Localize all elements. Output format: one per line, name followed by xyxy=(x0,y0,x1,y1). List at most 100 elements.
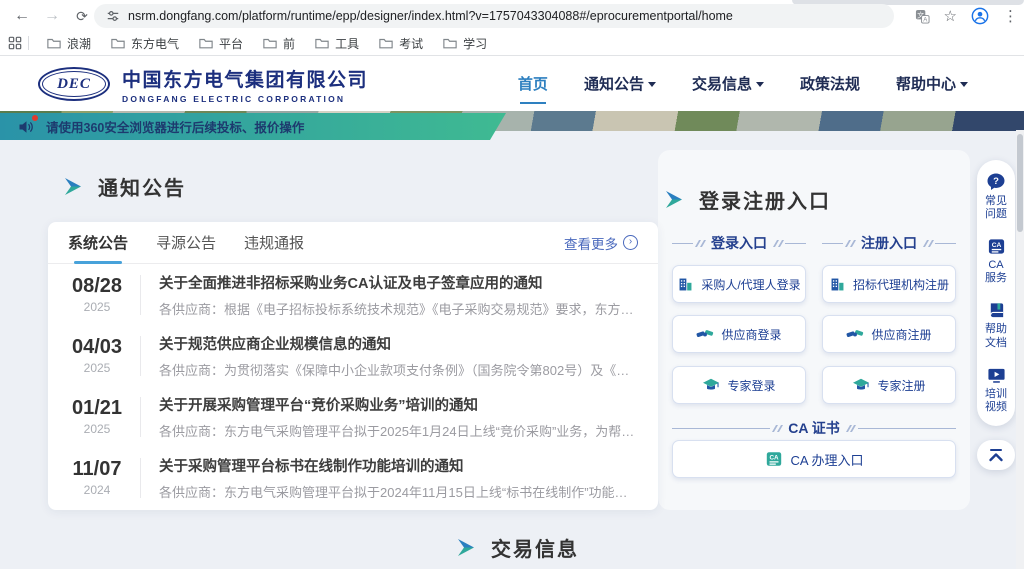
notice-row[interactable]: 08/28 2025 关于全面推进非招标采购业务CA认证及电子签章应用的通知 各… xyxy=(48,264,658,325)
expert-register-button[interactable]: 专家注册 xyxy=(822,366,956,404)
svg-text:CA: CA xyxy=(769,454,779,461)
slash-decoration xyxy=(847,240,853,247)
slash-decoration xyxy=(697,240,703,247)
ca-apply-button[interactable]: CA CA 办理入口 xyxy=(672,440,956,478)
notice-title[interactable]: 关于规范供应商企业规模信息的通知 xyxy=(159,333,638,354)
bookmark-folder-kaoshi[interactable]: 考试 xyxy=(369,33,433,53)
notice-desc: 各供应商：东方电气采购管理平台拟于2025年1月24日上线“竞价采购”业务，为帮… xyxy=(159,421,638,440)
announcement-ribbon: 请使用360安全浏览器进行后续投标、报价操作 xyxy=(0,113,506,140)
tab-sourcing-notices[interactable]: 寻源公告 xyxy=(156,222,216,264)
notice-date: 04/03 2025 xyxy=(68,336,126,375)
tab-system-notices[interactable]: 系统公告 xyxy=(68,222,128,264)
view-more-link[interactable]: 查看更多 › xyxy=(564,233,638,253)
speaker-icon xyxy=(18,119,36,135)
login-section-head: 登录注册入口 xyxy=(663,185,831,214)
building-icon xyxy=(677,276,694,293)
bookmark-folder-gongju[interactable]: 工具 xyxy=(305,33,369,53)
collapse-sidebar-button[interactable] xyxy=(977,440,1015,470)
bookmark-folder-langchao[interactable]: 浪潮 xyxy=(37,33,101,53)
notice-desc: 各供应商：为贯彻落实《保障中小企业款项支付条例》（国务院令第802号）及《中小企… xyxy=(159,360,638,379)
notices-section-title: 通知公告 xyxy=(98,172,186,201)
nav-item-trade-info[interactable]: 交易信息 xyxy=(692,67,764,100)
nav-item-help-center[interactable]: 帮助中心 xyxy=(896,67,968,100)
supplier-register-button[interactable]: 供应商注册 xyxy=(822,315,956,353)
ticker-text: 请使用360安全浏览器进行后续投标、报价操作 xyxy=(46,117,304,136)
notice-row[interactable]: 01/21 2025 关于开展采购管理平台“竞价采购业务”培训的通知 各供应商：… xyxy=(48,386,658,447)
url-text[interactable]: nsrm.dongfang.com/platform/runtime/epp/d… xyxy=(128,9,733,23)
chevron-right-circle-icon: › xyxy=(623,235,638,250)
section-arrow-icon xyxy=(455,538,477,557)
vertical-divider xyxy=(140,336,141,376)
bookmark-folder-qian[interactable]: 前 xyxy=(253,33,305,53)
vertical-divider xyxy=(140,458,141,498)
translate-icon[interactable]: 文A xyxy=(915,9,930,24)
chevron-down-icon xyxy=(960,82,968,87)
vertical-divider xyxy=(140,275,141,315)
nav-item-notices[interactable]: 通知公告 xyxy=(584,67,656,100)
bookmark-star-icon[interactable]: ☆ xyxy=(944,7,957,25)
handshake-icon xyxy=(846,326,864,342)
graduation-cap-icon xyxy=(702,377,720,393)
agency-register-button[interactable]: 招标代理机构注册 xyxy=(822,265,956,303)
scrollbar-thumb[interactable] xyxy=(1017,134,1023,232)
register-entry-header: 注册入口 xyxy=(822,233,956,253)
notice-date: 01/21 2025 xyxy=(68,397,126,436)
apps-grid-icon[interactable] xyxy=(8,36,22,50)
forward-button[interactable]: → xyxy=(40,4,64,28)
company-name-en: DONGFANG ELECTRIC CORPORATION xyxy=(122,94,368,104)
section-arrow-icon xyxy=(663,190,685,209)
notice-desc: 各供应商：东方电气采购管理平台拟于2024年11月15日上线“标书在线制作”功能… xyxy=(159,482,638,501)
tune-icon[interactable] xyxy=(106,9,120,23)
ca-badge-icon: CA xyxy=(765,450,783,468)
notice-desc: 各供应商：根据《电子招标投标系统技术规范》《电子采购交易规范》要求，东方电气采购… xyxy=(159,299,638,318)
bookmarks-bar: 浪潮 东方电气 平台 前 工具 考试 学习 xyxy=(0,31,1024,56)
supplier-login-button[interactable]: 供应商登录 xyxy=(672,315,806,353)
notice-date: 08/28 2025 xyxy=(68,275,126,314)
slash-decoration xyxy=(925,240,931,247)
notices-card: 系统公告 寻源公告 违规通报 查看更多 › 08/28 2025 关于全面推进非… xyxy=(48,222,658,510)
chevron-down-icon xyxy=(648,82,656,87)
help-docs-shortcut[interactable]: 帮助文档 xyxy=(983,301,1009,349)
company-name-block: 中国东方电气集团有限公司 DONGFANG ELECTRIC CORPORATI… xyxy=(122,65,368,104)
tab-violation-reports[interactable]: 违规通报 xyxy=(244,222,304,264)
dec-logo[interactable]: DEC xyxy=(38,67,110,101)
trade-info-section-head: 交易信息 xyxy=(455,533,579,562)
profile-avatar-icon[interactable] xyxy=(971,7,989,25)
ca-badge-icon: CA xyxy=(987,237,1006,256)
bookmarks-separator xyxy=(28,36,29,50)
notice-row[interactable]: 04/03 2025 关于规范供应商企业规模信息的通知 各供应商：为贯彻落实《保… xyxy=(48,325,658,386)
ca-service-shortcut[interactable]: CA CA服务 xyxy=(983,237,1009,285)
book-icon xyxy=(987,301,1006,320)
back-button[interactable]: ← xyxy=(10,4,34,28)
purchaser-login-button[interactable]: 采购人/代理人登录 xyxy=(672,265,806,303)
dec-logo-text: DEC xyxy=(57,76,91,93)
reload-button[interactable]: ⟳ xyxy=(70,4,94,28)
slash-decoration xyxy=(775,240,781,247)
question-bubble-icon: ? xyxy=(986,172,1006,192)
faq-shortcut[interactable]: ? 常见问题 xyxy=(983,172,1009,221)
notice-row[interactable]: 11/07 2024 关于采购管理平台标书在线制作功能培训的通知 各供应商：东方… xyxy=(48,447,658,508)
training-videos-shortcut[interactable]: 培训视频 xyxy=(983,366,1009,414)
menu-dots-icon[interactable]: ⋮ xyxy=(1003,7,1018,25)
notice-title[interactable]: 关于开展采购管理平台“竞价采购业务”培训的通知 xyxy=(159,394,638,415)
nav-item-home[interactable]: 首页 xyxy=(518,67,548,100)
bookmark-folder-dongfang[interactable]: 东方电气 xyxy=(101,33,189,53)
svg-text:CA: CA xyxy=(991,242,1001,249)
address-bar[interactable]: nsrm.dongfang.com/platform/runtime/epp/d… xyxy=(94,4,894,28)
handshake-icon xyxy=(696,326,714,342)
bookmark-folder-xuexi[interactable]: 学习 xyxy=(433,33,497,53)
notice-title[interactable]: 关于全面推进非招标采购业务CA认证及电子签章应用的通知 xyxy=(159,272,638,293)
building-icon xyxy=(829,276,846,293)
main-nav: 首页 通知公告 交易信息 政策法规 帮助中心 xyxy=(518,56,968,111)
expert-login-button[interactable]: 专家登录 xyxy=(672,366,806,404)
video-play-icon xyxy=(987,366,1006,385)
notices-section-head: 通知公告 xyxy=(62,172,186,201)
vertical-divider xyxy=(140,397,141,437)
browser-window: ← → ⟳ nsrm.dongfang.com/platform/runtime… xyxy=(0,0,1024,569)
notices-tabs: 系统公告 寻源公告 违规通报 查看更多 › xyxy=(48,222,658,264)
nav-item-policies[interactable]: 政策法规 xyxy=(800,67,860,100)
bookmark-folder-pingtai[interactable]: 平台 xyxy=(189,33,253,53)
company-name-cn: 中国东方电气集团有限公司 xyxy=(122,65,368,92)
svg-text:?: ? xyxy=(993,176,999,187)
notice-title[interactable]: 关于采购管理平台标书在线制作功能培训的通知 xyxy=(159,455,638,476)
